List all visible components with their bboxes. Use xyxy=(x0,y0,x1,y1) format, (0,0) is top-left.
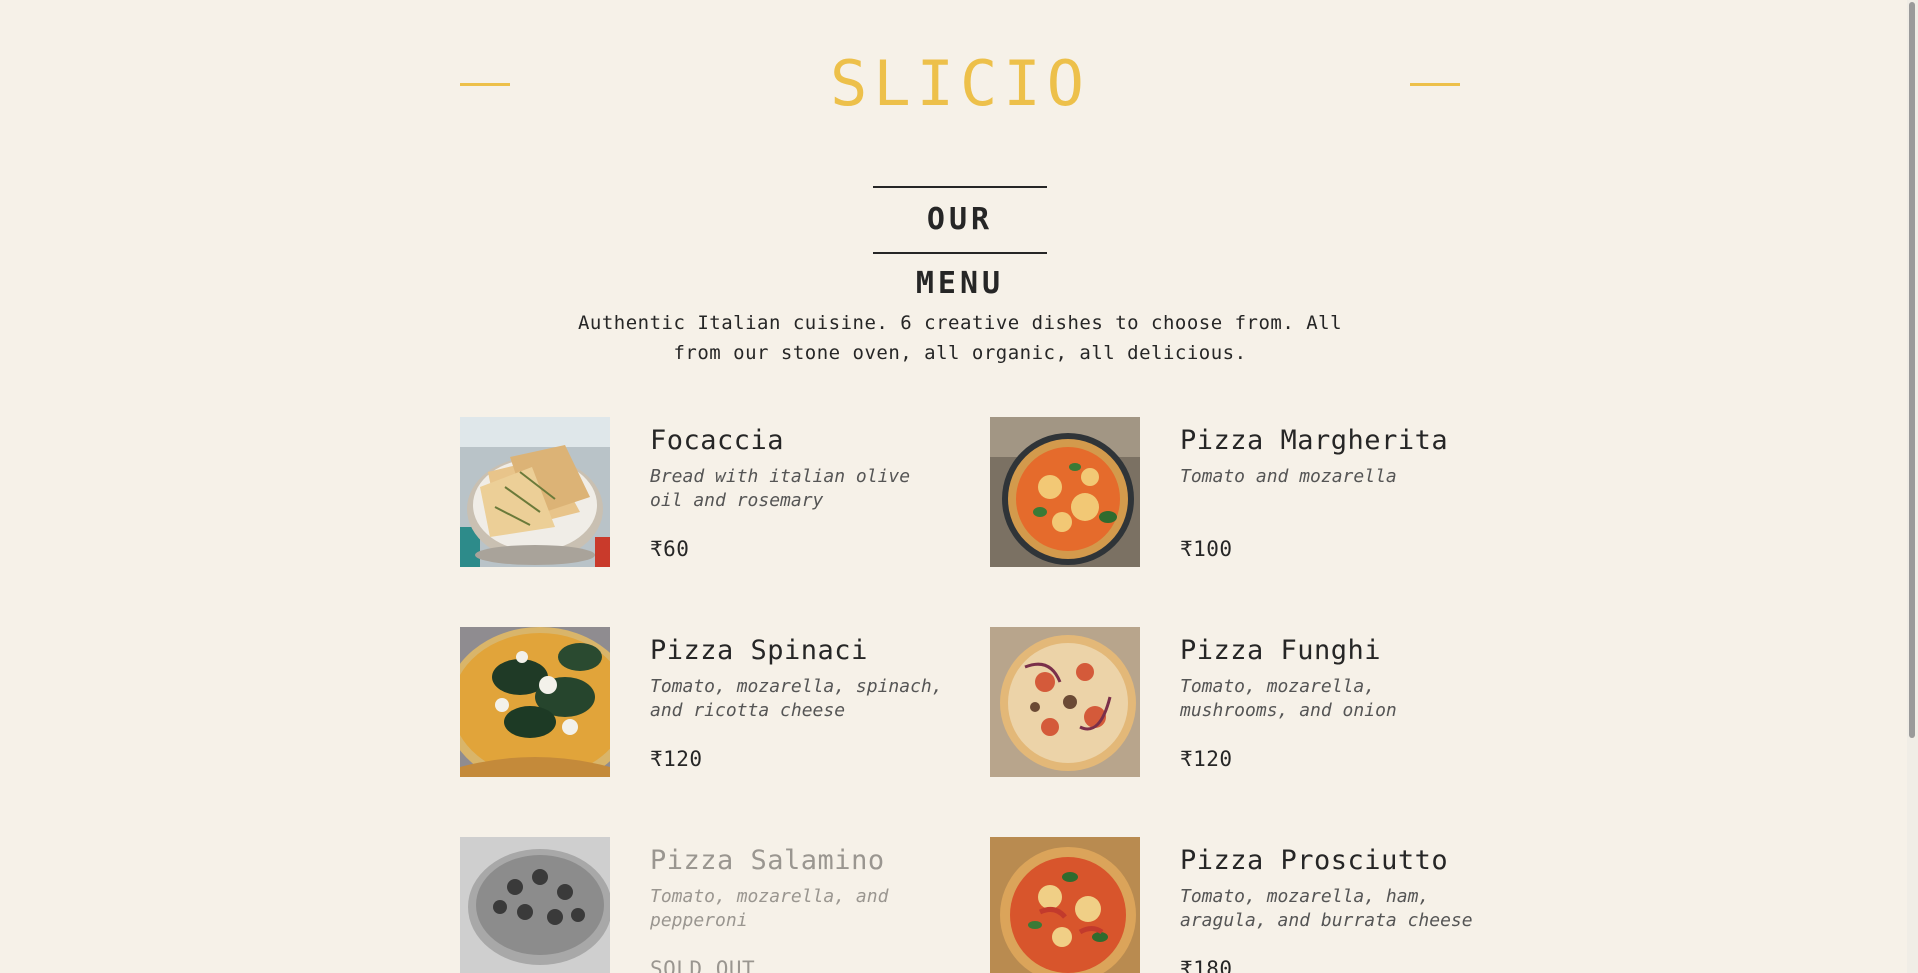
menu-item-name: Pizza Spinaci xyxy=(650,635,868,666)
menu-item-ingredients: Tomato, mozarella, mushrooms, and onion xyxy=(1180,676,1397,721)
menu-item-price: ₹120 xyxy=(1180,747,1233,771)
pizza-funghi-photo xyxy=(990,627,1140,777)
site-logo: SLICIO xyxy=(830,47,1090,120)
pizza-prosciutto-photo xyxy=(990,837,1140,973)
page-scrollbar[interactable] xyxy=(1907,0,1918,973)
menu-item-info: Pizza Salamino Tomato, mozarella, and pe… xyxy=(650,837,950,973)
menu-item-name: Pizza Salamino xyxy=(650,845,885,876)
menu-item-focaccia: Focaccia Bread with italian olive oil an… xyxy=(460,417,960,567)
menu-item-info: Pizza Margherita Tomato and mozarella ₹1… xyxy=(1180,417,1480,567)
menu-item-name: Pizza Margherita xyxy=(1180,425,1449,456)
menu-item-info: Pizza Prosciutto Tomato, mozarella, ham,… xyxy=(1180,837,1480,973)
menu-item-ingredients: Bread with italian olive oil and rosemar… xyxy=(650,466,911,511)
menu-item-sold-out-label: SOLD OUT xyxy=(650,957,756,973)
menu-section-title: OUR MENU xyxy=(873,186,1047,301)
menu-item-price: ₹60 xyxy=(650,537,690,561)
menu-intro-text: Authentic Italian cuisine. 6 creative di… xyxy=(577,312,1343,364)
menu-item-pizza-salamino: Pizza Salamino Tomato, mozarella, and pe… xyxy=(460,837,960,973)
menu-item-ingredients: Tomato, mozarella, spinach, and ricotta … xyxy=(650,676,943,721)
menu-item-pizza-spinaci: Pizza Spinaci Tomato, mozarella, spinach… xyxy=(460,627,960,777)
menu-item-info: Pizza Funghi Tomato, mozarella, mushroom… xyxy=(1180,627,1480,777)
menu-item-info: Focaccia Bread with italian olive oil an… xyxy=(650,417,950,567)
menu-item-price: ₹180 xyxy=(1180,957,1233,973)
pizza-margherita-photo xyxy=(990,417,1140,567)
menu-item-ingredients: Tomato, mozarella, and pepperoni xyxy=(650,886,889,931)
menu-item-name: Pizza Prosciutto xyxy=(1180,845,1449,876)
menu-item-pizza-funghi: Pizza Funghi Tomato, mozarella, mushroom… xyxy=(990,627,1490,777)
menu-item-ingredients: Tomato and mozarella xyxy=(1180,466,1397,487)
focaccia-photo xyxy=(460,417,610,567)
menu-item-info: Pizza Spinaci Tomato, mozarella, spinach… xyxy=(650,627,950,777)
pizza-salamino-photo xyxy=(460,837,610,973)
menu-item-price: ₹100 xyxy=(1180,537,1233,561)
pizza-spinaci-photo xyxy=(460,627,610,777)
menu-item-pizza-prosciutto: Pizza Prosciutto Tomato, mozarella, ham,… xyxy=(990,837,1490,973)
header-decoration-line-right xyxy=(1410,83,1460,86)
menu-item-name: Pizza Funghi xyxy=(1180,635,1382,666)
menu-item-price: ₹120 xyxy=(650,747,703,771)
menu-item-name: Focaccia xyxy=(650,425,785,456)
menu-item-pizza-margherita: Pizza Margherita Tomato and mozarella ₹1… xyxy=(990,417,1490,567)
site-header: SLICIO xyxy=(460,40,1460,130)
scrollbar-thumb[interactable] xyxy=(1909,2,1915,738)
menu-item-ingredients: Tomato, mozarella, ham, aragula, and bur… xyxy=(1180,886,1473,931)
